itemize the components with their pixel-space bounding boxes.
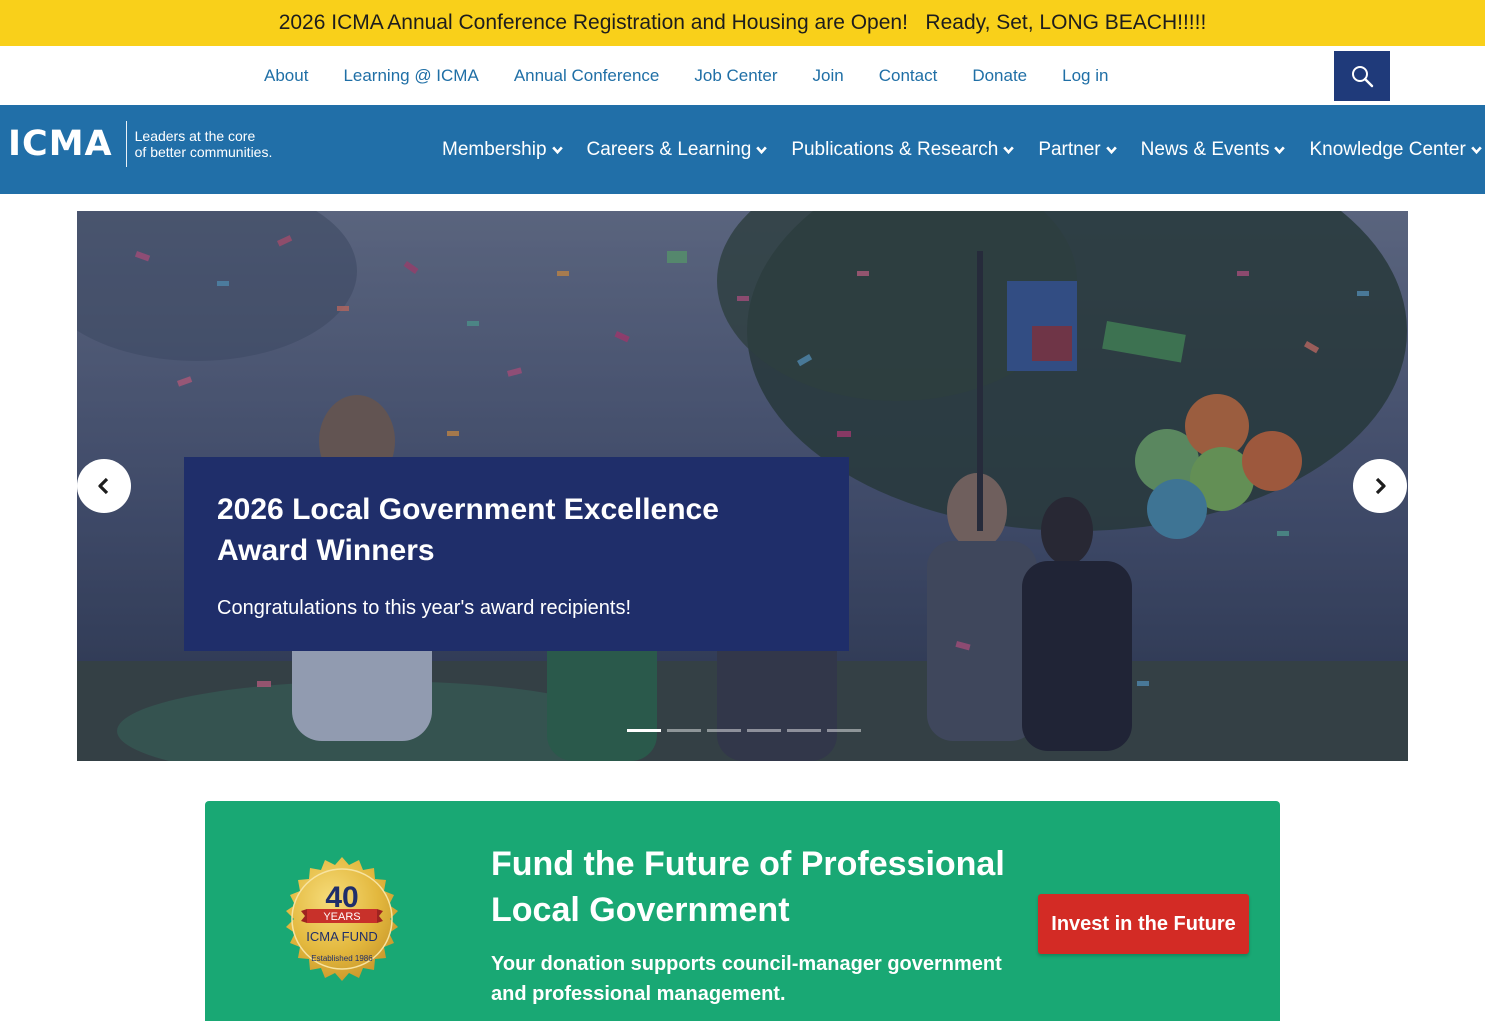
announcement-bar: 2026 ICMA Annual Conference Registration… [0, 0, 1485, 46]
menu-item-partner[interactable]: Partner [1038, 139, 1117, 161]
announcement-link[interactable]: 2026 ICMA Annual Conference Registration… [279, 11, 1207, 35]
chevron-down-icon [551, 146, 563, 155]
menu-link[interactable]: Partner [1038, 139, 1100, 161]
carousel-prev-button[interactable] [77, 459, 131, 513]
carousel-next-button[interactable] [1353, 459, 1407, 513]
utility-link-contact[interactable]: Contact [879, 66, 938, 85]
utility-item: Donate [972, 66, 1027, 86]
carousel-dot-1[interactable] [627, 729, 661, 732]
utility-link-join[interactable]: Join [813, 66, 844, 85]
chevron-down-icon [1274, 146, 1286, 155]
fund-title: Fund the Future of Professional Local Go… [491, 845, 1005, 929]
main-nav: ICMA Leaders at the core of better commu… [0, 105, 1485, 194]
utility-link-login[interactable]: Log in [1062, 66, 1108, 85]
utility-item: Join [813, 66, 844, 86]
menu-link[interactable]: Careers & Learning [587, 139, 752, 161]
utility-item: Contact [879, 66, 938, 86]
search-button[interactable] [1334, 51, 1390, 101]
invest-in-the-future-button[interactable]: Invest in the Future [1038, 894, 1249, 954]
utility-link-about[interactable]: About [264, 66, 308, 85]
chevron-down-icon [1105, 146, 1117, 155]
fund-description: Your donation supports council-manager g… [491, 953, 1002, 1005]
carousel-dot-2[interactable] [667, 729, 701, 732]
badge-name: ICMA FUND [306, 929, 378, 944]
logo-mark: ICMA [8, 124, 113, 164]
utility-item: Log in [1062, 66, 1108, 86]
utility-link-job-center[interactable]: Job Center [694, 66, 777, 85]
utility-nav: About Learning @ ICMA Annual Conference … [0, 46, 1485, 105]
menu-link[interactable]: News & Events [1141, 139, 1270, 161]
chevron-down-icon [1470, 146, 1482, 155]
carousel-dot-6[interactable] [827, 729, 861, 732]
chevron-left-icon [98, 477, 109, 495]
menu-item-careers-learning[interactable]: Careers & Learning [587, 139, 769, 161]
menu-link[interactable]: Knowledge Center [1309, 139, 1465, 161]
utility-item: About [264, 66, 308, 86]
logo-tagline: Leaders at the core of better communitie… [135, 128, 273, 160]
badge-established: Established 1986 [311, 954, 373, 963]
menu-link[interactable]: Publications & Research [791, 139, 998, 161]
chevron-down-icon [756, 146, 768, 155]
logo-tagline-line1: Leaders at the core [134, 128, 256, 144]
icma-logo[interactable]: ICMA Leaders at the core of better commu… [8, 119, 272, 169]
main-menu: Membership Careers & Learning Publicatio… [442, 105, 1483, 194]
menu-item-publications-research[interactable]: Publications & Research [791, 139, 1015, 161]
carousel-dot-3[interactable] [707, 729, 741, 732]
utility-item: Learning @ ICMA [343, 66, 478, 86]
utility-link-learning[interactable]: Learning @ ICMA [343, 66, 478, 85]
menu-item-knowledge-center[interactable]: Knowledge Center [1309, 139, 1482, 161]
slide-title[interactable]: 2026 Local Government Excellence Award W… [217, 489, 816, 571]
menu-item-news-events[interactable]: News & Events [1141, 139, 1287, 161]
menu-item-membership[interactable]: Membership [442, 139, 564, 161]
utility-nav-list: About Learning @ ICMA Annual Conference … [264, 46, 1143, 105]
icma-fund-40-years-badge: 40 YEARS ICMA FUND Established 1986 [286, 857, 398, 981]
utility-link-donate[interactable]: Donate [972, 66, 1027, 85]
carousel-dot-4[interactable] [747, 729, 781, 732]
hero-carousel: 2026 Local Government Excellence Award W… [77, 211, 1408, 761]
badge-years: YEARS [323, 911, 360, 923]
fund-banner: 40 YEARS ICMA FUND Established 1986 Fund… [205, 801, 1280, 1021]
slide-description: Congratulations to this year's award rec… [217, 597, 632, 619]
slide-caption-card: 2026 Local Government Excellence Award W… [184, 457, 849, 651]
chevron-right-icon [1375, 477, 1386, 495]
chevron-down-icon [1003, 146, 1015, 155]
utility-link-annual-conference[interactable]: Annual Conference [514, 66, 660, 85]
search-icon [1352, 66, 1374, 88]
utility-item: Annual Conference [514, 66, 660, 86]
utility-item: Job Center [694, 66, 777, 86]
logo-tagline-line2: of better communities. [134, 144, 273, 160]
menu-link[interactable]: Membership [442, 139, 547, 161]
carousel-indicators [627, 729, 867, 732]
carousel-dot-5[interactable] [787, 729, 821, 732]
logo-divider [125, 121, 127, 167]
